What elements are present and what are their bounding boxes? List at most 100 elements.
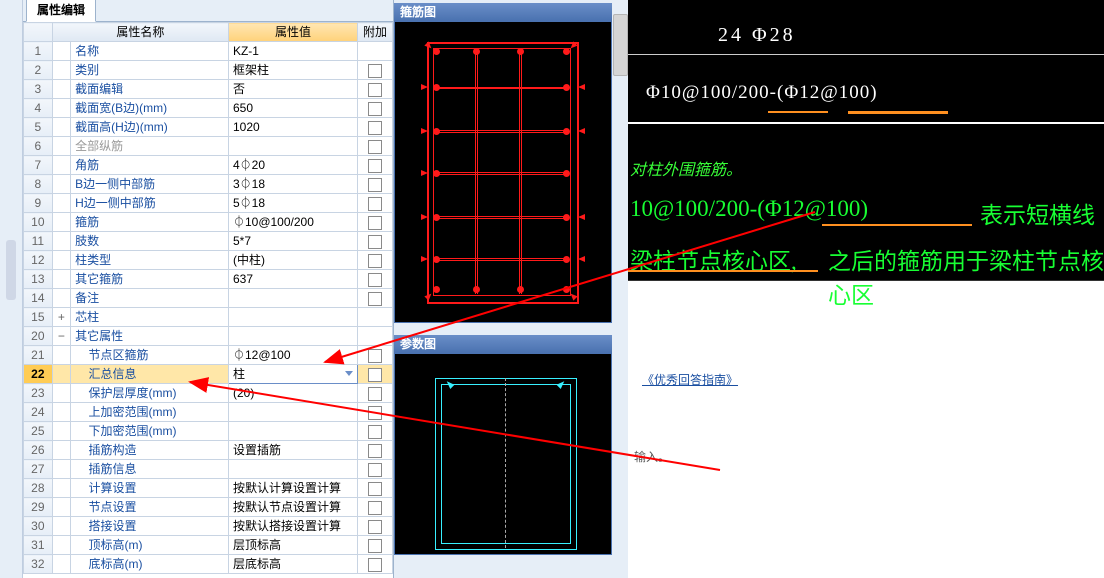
property-name[interactable]: 备注 bbox=[71, 289, 229, 308]
add-cell[interactable] bbox=[358, 403, 393, 422]
checkbox[interactable] bbox=[368, 349, 382, 363]
property-value[interactable] bbox=[228, 403, 357, 422]
checkbox[interactable] bbox=[368, 121, 382, 135]
add-cell[interactable] bbox=[358, 555, 393, 574]
add-cell[interactable] bbox=[358, 308, 393, 327]
property-value[interactable]: 1020 bbox=[228, 118, 357, 137]
property-value[interactable]: (中柱) bbox=[228, 251, 357, 270]
add-cell[interactable] bbox=[358, 61, 393, 80]
property-value[interactable]: 按默认节点设置计算 bbox=[228, 498, 357, 517]
table-row[interactable]: 5截面高(H边)(mm)1020 bbox=[24, 118, 393, 137]
add-cell[interactable] bbox=[358, 156, 393, 175]
table-row[interactable]: 4截面宽(B边)(mm)650 bbox=[24, 99, 393, 118]
add-cell[interactable] bbox=[358, 251, 393, 270]
property-value[interactable]: 637 bbox=[228, 270, 357, 289]
property-value[interactable]: ⏀10@100/200 bbox=[228, 213, 357, 232]
table-row[interactable]: 12柱类型(中柱) bbox=[24, 251, 393, 270]
checkbox[interactable] bbox=[368, 254, 382, 268]
property-value[interactable]: 4⏀20 bbox=[228, 156, 357, 175]
table-row[interactable]: 9H边一侧中部筋5⏀18 bbox=[24, 194, 393, 213]
checkbox[interactable] bbox=[368, 558, 382, 572]
property-value[interactable]: ⏀12@100 bbox=[228, 346, 357, 365]
checkbox[interactable] bbox=[368, 444, 382, 458]
add-cell[interactable] bbox=[358, 517, 393, 536]
property-name[interactable]: 柱类型 bbox=[71, 251, 229, 270]
table-row[interactable]: 15+芯柱 bbox=[24, 308, 393, 327]
property-name[interactable]: 插筋信息 bbox=[71, 460, 229, 479]
property-name[interactable]: 上加密范围(mm) bbox=[71, 403, 229, 422]
table-row[interactable]: 24 上加密范围(mm) bbox=[24, 403, 393, 422]
table-row[interactable]: 31 顶标高(m)层顶标高 bbox=[24, 536, 393, 555]
property-value[interactable]: 3⏀18 bbox=[228, 175, 357, 194]
property-name[interactable]: 汇总信息 bbox=[71, 365, 229, 384]
header-value[interactable]: 属性值 bbox=[228, 23, 357, 42]
table-row[interactable]: 30 搭接设置按默认搭接设置计算 bbox=[24, 517, 393, 536]
add-cell[interactable] bbox=[358, 498, 393, 517]
table-row[interactable]: 28 计算设置按默认计算设置计算 bbox=[24, 479, 393, 498]
property-name[interactable]: 底标高(m) bbox=[71, 555, 229, 574]
property-name[interactable]: 芯柱 bbox=[71, 308, 229, 327]
table-row[interactable]: 32 底标高(m)层底标高 bbox=[24, 555, 393, 574]
property-name[interactable]: 下加密范围(mm) bbox=[71, 422, 229, 441]
add-cell[interactable] bbox=[358, 460, 393, 479]
table-row[interactable]: 25 下加密范围(mm) bbox=[24, 422, 393, 441]
add-cell[interactable] bbox=[358, 118, 393, 137]
cad-view[interactable]: 24 Φ28 Φ10@100/200-(Φ12@100) 对柱外围箍筋。 10@… bbox=[628, 0, 1104, 281]
stirrup-drawing[interactable] bbox=[394, 21, 612, 323]
property-name[interactable]: 箍筋 bbox=[71, 213, 229, 232]
add-cell[interactable] bbox=[358, 479, 393, 498]
table-row[interactable]: 8B边一侧中部筋3⏀18 bbox=[24, 175, 393, 194]
table-row[interactable]: 20−其它属性 bbox=[24, 327, 393, 346]
property-value[interactable]: 5*7 bbox=[228, 232, 357, 251]
property-value[interactable]: 柱 bbox=[228, 365, 357, 384]
add-cell[interactable] bbox=[358, 42, 393, 61]
property-name[interactable]: 截面编辑 bbox=[71, 80, 229, 99]
guide-link[interactable]: 《优秀回答指南》 bbox=[642, 371, 1104, 388]
table-row[interactable]: 22 汇总信息柱 bbox=[24, 365, 393, 384]
table-row[interactable]: 14备注 bbox=[24, 289, 393, 308]
property-value[interactable]: KZ-1 bbox=[228, 42, 357, 61]
checkbox[interactable] bbox=[368, 273, 382, 287]
checkbox[interactable] bbox=[368, 425, 382, 439]
checkbox[interactable] bbox=[368, 292, 382, 306]
property-name[interactable]: 插筋构造 bbox=[71, 441, 229, 460]
property-name[interactable]: 截面宽(B边)(mm) bbox=[71, 99, 229, 118]
add-cell[interactable] bbox=[358, 346, 393, 365]
property-name[interactable]: 肢数 bbox=[71, 232, 229, 251]
property-name[interactable]: 类别 bbox=[71, 61, 229, 80]
property-name[interactable]: B边一侧中部筋 bbox=[71, 175, 229, 194]
property-value[interactable]: 框架柱 bbox=[228, 61, 357, 80]
checkbox[interactable] bbox=[368, 64, 382, 78]
checkbox[interactable] bbox=[368, 539, 382, 553]
add-cell[interactable] bbox=[358, 232, 393, 251]
property-value[interactable] bbox=[228, 422, 357, 441]
add-cell[interactable] bbox=[358, 289, 393, 308]
header-name[interactable]: 属性名称 bbox=[52, 23, 228, 42]
checkbox[interactable] bbox=[368, 140, 382, 154]
table-row[interactable]: 13其它箍筋637 bbox=[24, 270, 393, 289]
expand-toggle[interactable]: − bbox=[52, 327, 70, 346]
checkbox[interactable] bbox=[368, 463, 382, 477]
add-cell[interactable] bbox=[358, 175, 393, 194]
table-row[interactable]: 3截面编辑否 bbox=[24, 80, 393, 99]
add-cell[interactable] bbox=[358, 137, 393, 156]
property-value[interactable] bbox=[228, 460, 357, 479]
checkbox[interactable] bbox=[368, 368, 382, 382]
property-name[interactable]: 计算设置 bbox=[71, 479, 229, 498]
table-row[interactable]: 7角筋4⏀20 bbox=[24, 156, 393, 175]
property-value[interactable]: 650 bbox=[228, 99, 357, 118]
property-value[interactable]: 按默认搭接设置计算 bbox=[228, 517, 357, 536]
table-row[interactable]: 29 节点设置按默认节点设置计算 bbox=[24, 498, 393, 517]
checkbox[interactable] bbox=[368, 178, 382, 192]
preview-scrollbar[interactable] bbox=[613, 0, 628, 578]
property-value[interactable] bbox=[228, 289, 357, 308]
add-cell[interactable] bbox=[358, 384, 393, 403]
add-cell[interactable] bbox=[358, 536, 393, 555]
checkbox[interactable] bbox=[368, 501, 382, 515]
checkbox[interactable] bbox=[368, 102, 382, 116]
checkbox[interactable] bbox=[368, 159, 382, 173]
property-value[interactable] bbox=[228, 308, 357, 327]
property-name[interactable]: 顶标高(m) bbox=[71, 536, 229, 555]
property-name[interactable]: 搭接设置 bbox=[71, 517, 229, 536]
expand-toggle[interactable]: + bbox=[52, 308, 70, 327]
